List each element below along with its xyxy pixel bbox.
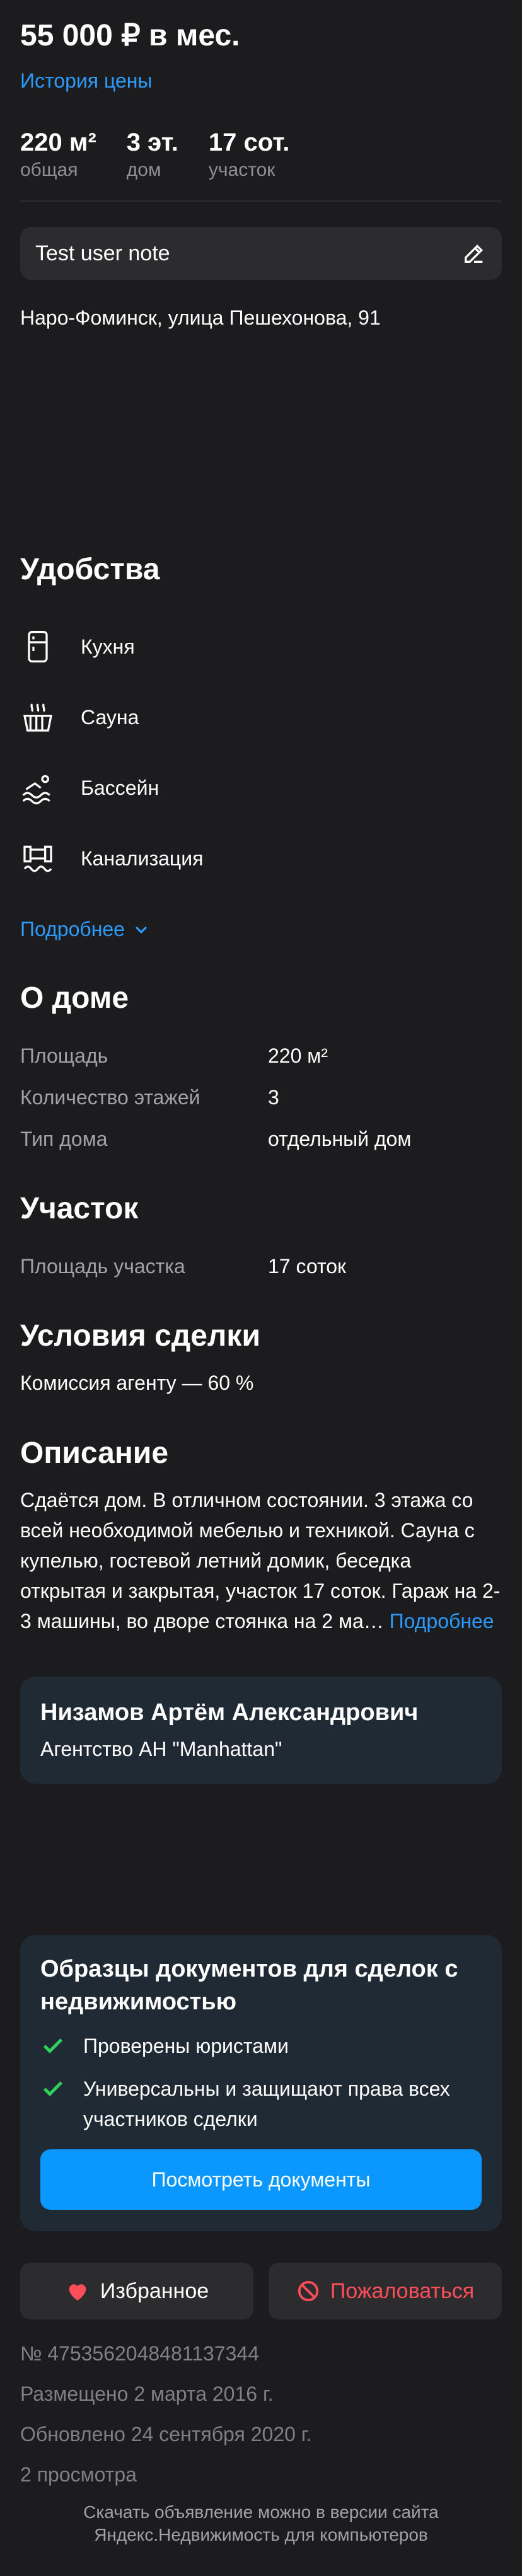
view-documents-button[interactable]: Посмотреть документы: [40, 2149, 482, 2210]
plot-specs: Площадь участка 17 соток: [20, 1245, 502, 1287]
pool-icon: [22, 775, 50, 805]
favorite-button[interactable]: Избранное: [20, 2263, 253, 2319]
stat-plot: 17 сот. участок: [209, 129, 289, 181]
key-stats: 220 м² общая 3 эт. дом 17 сот. участок: [20, 129, 502, 181]
amenity-item: Канализация: [20, 823, 502, 894]
agent-card[interactable]: Низамов Артём Александрович Агентство АН…: [20, 1677, 502, 1784]
spec-key: Количество этажей: [20, 1085, 200, 1109]
complain-label: Пожаловаться: [330, 2279, 475, 2303]
user-note-text: Test user note: [35, 241, 170, 265]
favorite-label: Избранное: [100, 2279, 209, 2303]
actions-row: Избранное Пожаловаться: [20, 2263, 502, 2319]
deal-text: Комиссия агенту — 60 %: [20, 1372, 254, 1394]
amenities-list: Кухня Сауна Бассейн Канализация: [20, 611, 502, 894]
documents-point: Проверены юристами: [40, 2031, 482, 2061]
amenity-item: Кухня: [20, 611, 502, 682]
stat-floors: 3 эт. дом: [127, 129, 178, 181]
posted-date: Размещено 2 марта 2016 г.: [20, 2383, 274, 2405]
edit-icon[interactable]: [461, 241, 487, 266]
stat-value: 220 м²: [20, 129, 96, 156]
point-text: Универсальны и защищают права всех участ…: [83, 2077, 450, 2130]
spec-key: Площадь: [20, 1044, 108, 1067]
block-icon: [298, 2280, 318, 2302]
spec-row: Тип дома отдельный дом: [20, 1118, 502, 1160]
amenity-label: Бассейн: [81, 776, 160, 799]
price: 55 000 ₽ в мес.: [20, 19, 240, 52]
stat-label: дом: [126, 159, 161, 180]
desktop-version-note[interactable]: Скачать объявление можно в версии сайта …: [0, 2501, 522, 2546]
stat-label: общая: [20, 159, 78, 180]
house-specs: Площадь 220 м² Количество этажей 3 Тип дом…: [20, 1035, 502, 1160]
amenities-more-link[interactable]: Подробнее: [20, 918, 502, 941]
amenity-item: Бассейн: [20, 753, 502, 823]
spec-row: Количество этажей 3: [20, 1077, 502, 1118]
spec-value: 220 м²: [268, 1044, 328, 1067]
updated-date: Обновлено 24 сентября 2020 г.: [20, 2423, 312, 2446]
stat-value: 17 сот.: [208, 129, 290, 156]
views-count: 2 просмотра: [20, 2463, 137, 2486]
deal-title: Условия сделки: [20, 1319, 260, 1353]
point-text: Проверены юристами: [83, 2035, 289, 2057]
spec-row: Площадь участка 17 соток: [20, 1245, 502, 1287]
house-title: О доме: [20, 981, 129, 1015]
amenity-label: Сауна: [81, 705, 139, 729]
spec-row: Площадь 220 м²: [20, 1035, 502, 1077]
spec-key: Площадь участка: [20, 1254, 185, 1278]
check-icon: [43, 2038, 63, 2053]
listing-id: № 4753562048481137344: [20, 2342, 259, 2365]
plot-title: Участок: [20, 1192, 139, 1225]
complain-button[interactable]: Пожаловаться: [269, 2263, 502, 2319]
spec-key: Тип дома: [20, 1127, 108, 1150]
amenity-item: Сауна: [20, 682, 502, 753]
stat-label: участок: [208, 159, 276, 180]
spec-value: отдельный дом: [268, 1127, 412, 1150]
price-history-link[interactable]: История цены: [20, 69, 502, 93]
amenity-label: Канализация: [81, 846, 204, 870]
description-title: Описание: [20, 1436, 169, 1470]
sauna-icon: [23, 703, 52, 732]
amenity-label: Кухня: [81, 635, 135, 658]
sewer-icon: [23, 845, 52, 872]
spec-value: 3: [268, 1085, 279, 1109]
chevron-down-icon: [135, 926, 148, 933]
spec-value: 17 соток: [268, 1254, 347, 1278]
user-note[interactable]: Test user note: [20, 227, 502, 280]
fridge-icon: [28, 631, 48, 662]
address: Наро-Фоминск, улица Пешехонова, 91: [20, 306, 381, 329]
amenities-title: Удобства: [20, 553, 160, 586]
stat-value: 3 эт.: [126, 129, 178, 156]
description-text: Сдаётся дом. В отличном состоянии. 3 эта…: [20, 1485, 502, 1636]
heart-icon: [69, 2284, 86, 2301]
description-more-link[interactable]: Подробнее: [390, 1610, 494, 1632]
agent-company: Агентство АН "Manhattan": [40, 1738, 282, 1760]
check-icon: [43, 2081, 63, 2096]
divider: [20, 200, 502, 202]
documents-title: Образцы документов для сделок с недвижим…: [40, 1956, 458, 2015]
stat-area: 220 м² общая: [20, 129, 96, 181]
more-label: Подробнее: [20, 918, 125, 940]
documents-card: Образцы документов для сделок с недвижим…: [20, 1935, 502, 2231]
agent-name: Низамов Артём Александрович: [40, 1699, 419, 1726]
documents-point: Универсальны и защищают права всех участ…: [40, 2074, 482, 2134]
footer-line: Яндекс.Недвижимость для компьютеров: [94, 2525, 428, 2544]
footer-line: Скачать объявление можно в версии сайта: [83, 2502, 439, 2522]
